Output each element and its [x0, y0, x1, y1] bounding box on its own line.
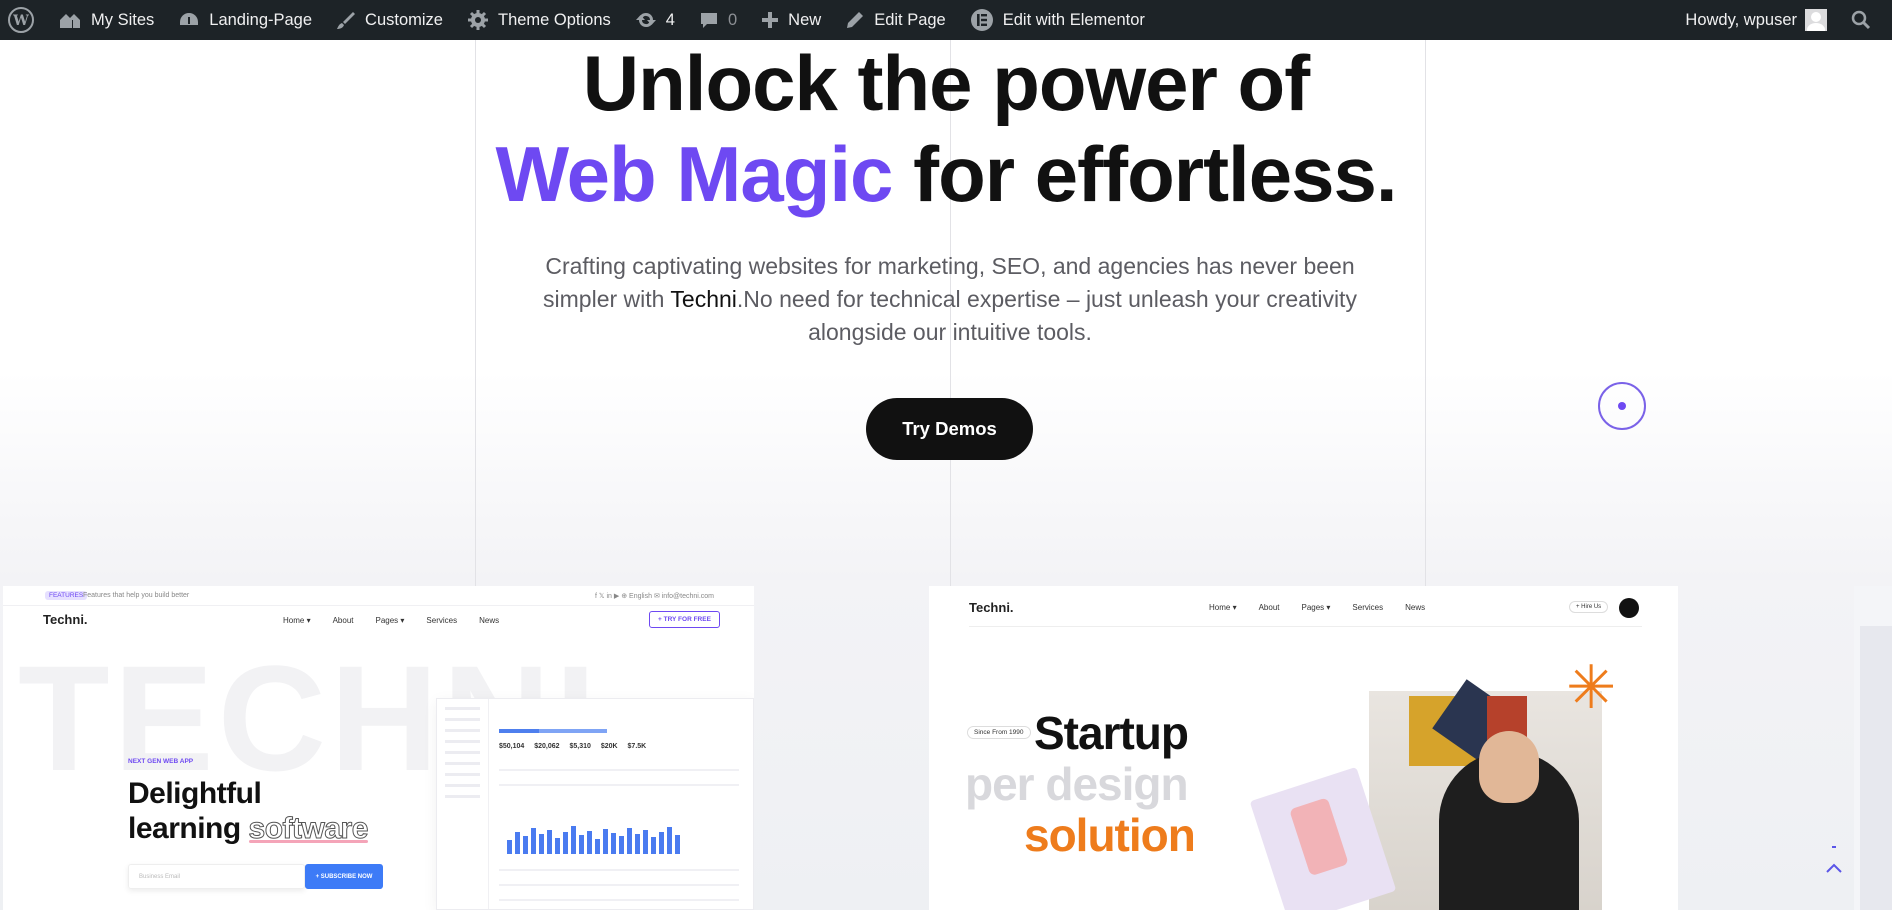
demo-nav-item: About — [1258, 603, 1280, 612]
customize-label: Customize — [365, 10, 443, 29]
topbar-right-info: f 𝕏 in ▶ ⊕ English ✉ info@techni.com — [595, 593, 714, 600]
hero-title-accent: Web Magic — [495, 130, 893, 218]
user-account-menu[interactable]: Howdy, wpuser — [1673, 0, 1839, 40]
demo-headline: Delightful learning software — [128, 776, 369, 846]
plus-icon — [762, 12, 779, 28]
new-label: New — [788, 10, 822, 29]
custom-cursor-ring — [1598, 382, 1646, 430]
dashboard-row — [499, 869, 739, 871]
dashboard-bar-chart — [507, 824, 680, 854]
hero-brand-name: Techni — [670, 286, 737, 312]
demo-headline-line-2b: software — [248, 812, 369, 846]
my-sites-icon — [60, 14, 80, 28]
demo-nav-item: Pages ▾ — [1301, 603, 1331, 612]
dashboard-sidebar — [437, 699, 489, 909]
demo-nav-item: News — [1405, 603, 1426, 612]
demo-preview-partial[interactable] — [1854, 586, 1892, 910]
demo-headline-line-1: Delightful — [128, 777, 262, 810]
site-name-label: Landing-Page — [209, 10, 313, 29]
demo-nav-item: News — [479, 616, 500, 625]
demo-nav-item: Pages ▾ — [375, 616, 405, 625]
svg-text:W: W — [12, 13, 29, 29]
demo-subscribe-button: + SUBSCRIBE NOW — [305, 864, 383, 889]
gear-icon — [467, 10, 488, 30]
try-demos-button[interactable]: Try Demos — [866, 398, 1033, 460]
dashboard-progress-fill — [499, 729, 539, 733]
scroll-to-top-button[interactable] — [1818, 840, 1850, 880]
demo-divider — [969, 626, 1642, 627]
demo-nav-item: About — [332, 616, 354, 625]
customize-menu[interactable]: Customize — [324, 0, 455, 40]
dashboard-row — [499, 769, 739, 771]
theme-options-label: Theme Options — [497, 10, 611, 29]
edit-with-elementor-link[interactable]: Edit with Elementor — [958, 0, 1157, 40]
pencil-icon — [847, 12, 864, 28]
man-portrait-image — [1369, 679, 1602, 910]
demo-dashboard-mockup: $50,104 $20,062 $5,310 $20K $7.5K — [436, 698, 754, 910]
edit-page-link[interactable]: Edit Page — [833, 0, 958, 40]
demo-logo: Techni. — [969, 600, 1014, 615]
dashboard-numbers: $50,104 $20,062 $5,310 $20K $7.5K — [499, 743, 647, 750]
updates-menu[interactable]: 4 — [623, 0, 687, 40]
dashboard-row — [499, 884, 739, 886]
chevron-up-icon — [1826, 863, 1842, 873]
admin-search[interactable] — [1839, 0, 1892, 40]
demo-nav-item: Home ▾ — [283, 616, 311, 625]
hero-title-line-1: Unlock the power of — [582, 39, 1310, 127]
demo-email-field: Business Email — [128, 864, 305, 889]
demo-nav-item: Services — [1352, 603, 1384, 612]
demo-nav: Home ▾ About Pages ▾ Services News — [1209, 603, 1425, 612]
hero-description-end: .No need for technical expertise – just … — [736, 286, 1357, 345]
wordpress-logo-menu[interactable]: W — [0, 0, 46, 40]
comments-menu[interactable]: 0 — [687, 0, 749, 40]
my-sites-label: My Sites — [91, 10, 155, 29]
comments-count: 0 — [727, 10, 738, 29]
features-badge: FEATURES — [45, 591, 88, 600]
elementor-icon — [970, 9, 993, 31]
hero-title-line-2: Web Magic for effortless. — [0, 135, 1892, 213]
demo-nav-item: Services — [426, 616, 458, 625]
my-sites-menu[interactable]: My Sites — [46, 0, 166, 40]
solution-heading: solution — [1024, 809, 1196, 861]
howdy-label: Howdy, wpuser — [1685, 10, 1797, 29]
new-content-menu[interactable]: New — [749, 0, 833, 40]
demo-preview-software[interactable]: FEATURES Features that help you build be… — [3, 586, 754, 910]
edit-with-elementor-label: Edit with Elementor — [1002, 10, 1145, 29]
scroll-progress-icon — [1832, 846, 1836, 848]
hero-description: Crafting captivating websites for market… — [520, 250, 1380, 349]
try-for-free-button: + TRY FOR FREE — [649, 611, 720, 628]
per-design-heading: per design — [965, 758, 1189, 810]
menu-icon — [1619, 598, 1639, 618]
theme-options-menu[interactable]: Theme Options — [455, 0, 623, 40]
demo-logo: Techni. — [43, 612, 88, 627]
demo-kicker: NEXT GEN WEB APP — [128, 758, 194, 765]
updates-icon — [635, 12, 656, 28]
demo-headline-line-2a: learning — [128, 812, 249, 845]
wordpress-icon: W — [8, 7, 34, 33]
comment-icon — [700, 13, 717, 28]
since-badge: Since From 1990 — [967, 726, 1031, 739]
startup-heading: Startup — [1034, 707, 1189, 759]
dashboard-row — [499, 899, 739, 901]
demo-topbar: FEATURES Features that help you build be… — [3, 586, 754, 606]
brush-icon — [337, 12, 356, 29]
updates-count: 4 — [665, 10, 675, 29]
dashboard-row — [499, 784, 739, 786]
demo-preview-startup[interactable]: Techni. Home ▾ About Pages ▾ Services Ne… — [929, 586, 1678, 910]
demo-nav: Home ▾ About Pages ▾ Services News — [283, 616, 499, 625]
edit-page-label: Edit Page — [874, 10, 946, 29]
site-name-menu[interactable]: Landing-Page — [166, 0, 324, 40]
hero-title-rest: for effortless. — [892, 130, 1397, 218]
avatar — [1805, 9, 1827, 31]
search-icon — [1851, 10, 1871, 30]
asterisk-icon: ✳ — [1566, 654, 1617, 721]
wp-admin-bar: W My Sites Landing-Page Customize Theme … — [0, 0, 1892, 40]
dashboard-icon — [180, 13, 199, 25]
topbar-tagline: Features that help you build better — [83, 592, 190, 599]
demo-nav-item: Home ▾ — [1209, 603, 1237, 612]
hire-us-button: + Hire Us — [1569, 601, 1609, 613]
